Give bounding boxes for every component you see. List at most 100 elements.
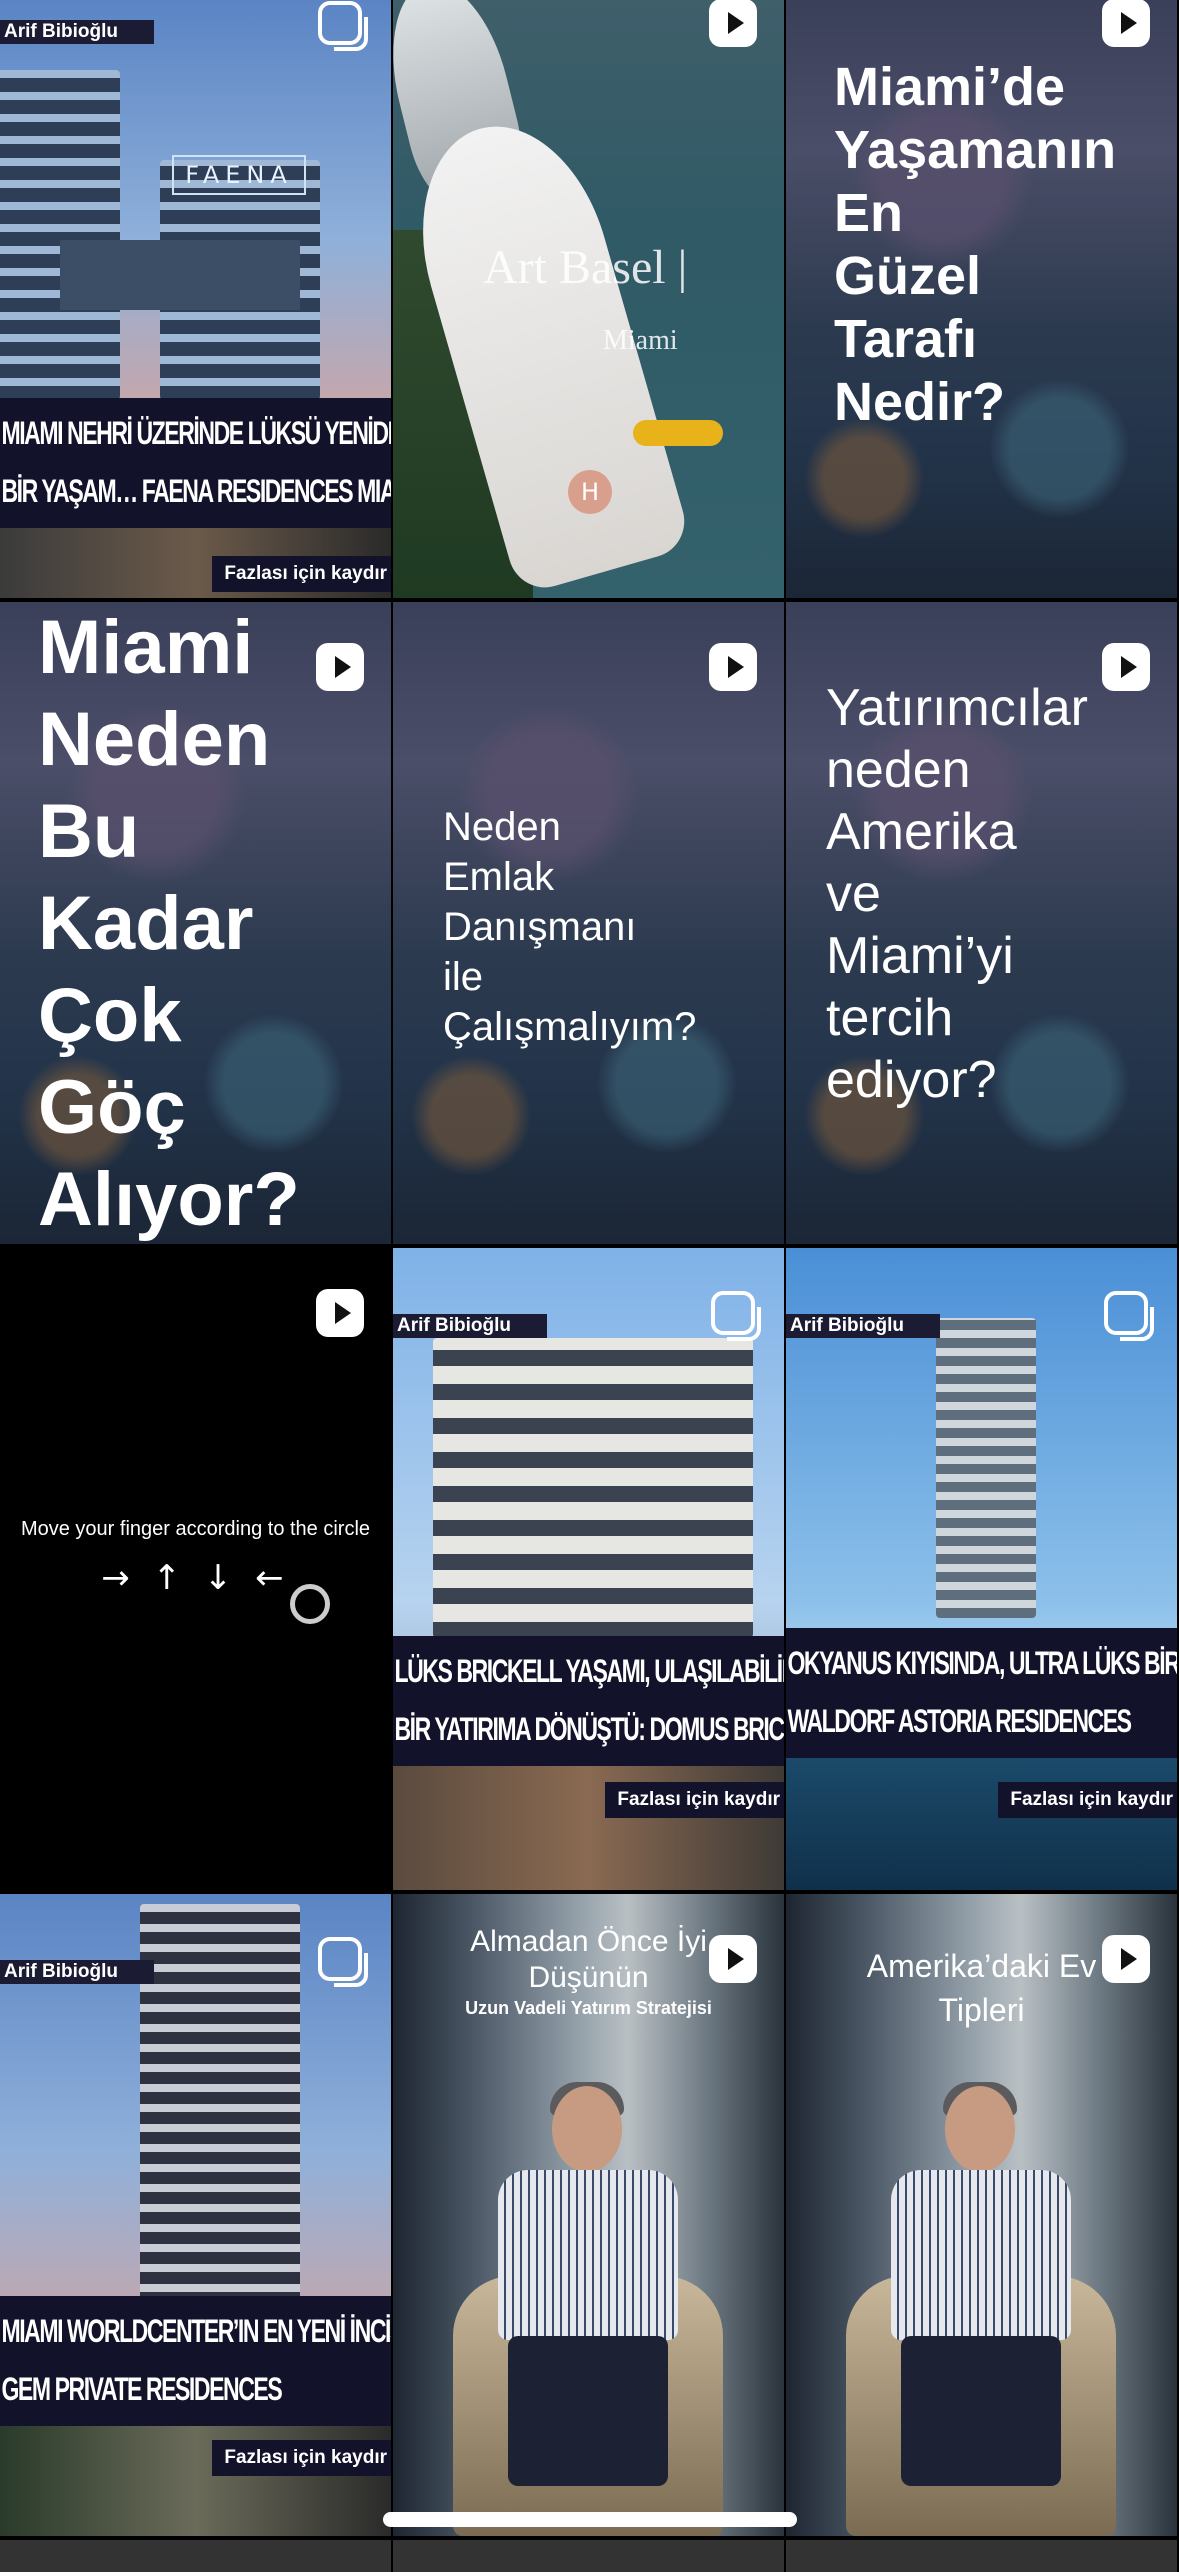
title-line: ediyor? — [826, 1051, 997, 1109]
title-line: Kadar — [38, 881, 254, 966]
banner-line: MIAMI WORLDCENTER’IN EN YENİ İNCİSİ: — [0, 2302, 391, 2360]
post-tile-faena[interactable]: FAENA Arif Bibioğlu MIAMI NEHRİ ÜZERİNDE… — [0, 0, 391, 598]
title-line: Yaşamanın — [834, 120, 1117, 180]
title-line: Tarafı — [834, 309, 978, 369]
title-line: Danışmanı — [443, 905, 637, 949]
carousel-badge — [315, 1936, 368, 1987]
overlay-title: Art Basel | — [483, 241, 688, 294]
carousel-icon — [1104, 1291, 1154, 1341]
banner-line: BİR YATIRIMA DÖNÜŞTÜ: DOMUS BRICKELL PAR… — [393, 1700, 784, 1758]
title-banner: MIAMI NEHRİ ÜZERİNDE LÜKSÜ YENİDEN TANIM… — [0, 398, 391, 528]
arrow-sequence: → ↑ ↓ ← — [101, 1558, 290, 1598]
tower-image — [140, 1904, 300, 2304]
carousel-icon — [318, 1937, 368, 1987]
post-tile-waldorf[interactable]: Arif Bibioğlu OKYANUS KIYISINDA, ULTRA L… — [786, 1248, 1177, 1890]
reel-badge — [315, 1289, 365, 1337]
name-tag: Arif Bibioğlu — [0, 1960, 154, 1984]
helicopter-image — [633, 420, 723, 446]
title-line: Alıyor? — [38, 1157, 300, 1242]
carousel-badge — [708, 1290, 761, 1341]
play-icon — [316, 643, 364, 691]
title-text: Yatırımcılar neden Amerika ve Miami’yi t… — [826, 677, 1088, 1111]
next-row-tile[interactable] — [393, 2540, 784, 2572]
title-line: Neden — [38, 697, 271, 782]
presenter-image — [881, 2082, 1081, 2506]
name-tag: Arif Bibioğlu — [786, 1314, 940, 1338]
post-tile-think-before-buying[interactable]: Almadan Önce İyi Düşünün Uzun Vadeli Yat… — [393, 1894, 784, 2536]
video-title-line: Tipleri — [938, 1992, 1025, 2028]
post-tile-domus[interactable]: Arif Bibioğlu LÜKS BRICKELL YAŞAMI, ULAŞ… — [393, 1248, 784, 1890]
banner-line: BİR YAŞAM… FAENA RESIDENCES MIAMI — [0, 462, 391, 520]
building-image — [0, 70, 120, 400]
title-line: Emlak — [443, 855, 555, 899]
name-tag: Arif Bibioğlu — [393, 1314, 547, 1338]
video-subtitle: Uzun Vadeli Yatırım Stratejisi — [465, 1998, 712, 2018]
title-line: neden — [826, 741, 971, 799]
reel-badge — [1101, 1935, 1151, 1983]
title-line: ve — [826, 865, 881, 923]
post-tile-art-basel[interactable]: H Art Basel | Miami — [393, 0, 784, 598]
title-line: Güzel — [834, 246, 982, 306]
building-image — [433, 1338, 753, 1638]
play-icon — [316, 1289, 364, 1337]
title-line: Amerika — [826, 803, 1017, 861]
post-tile-migration[interactable]: Miami Neden Bu Kadar Çok Göç Alıyor? — [0, 602, 391, 1244]
title-line: Neden — [443, 805, 561, 849]
title-line: ile — [443, 955, 484, 999]
swipe-hint: Fazlası için kaydır — [605, 1782, 784, 1818]
carousel-badge — [315, 0, 368, 51]
swipe-hint: Fazlası için kaydır — [212, 556, 391, 592]
banner-line: WALDORF ASTORIA RESIDENCES — [786, 1692, 1177, 1750]
instruction-text: Move your finger according to the circle — [20, 1518, 371, 1540]
title-banner: OKYANUS KIYISINDA, ULTRA LÜKS BİR YAŞAM … — [786, 1628, 1177, 1758]
post-tile-gem[interactable]: Arif Bibioğlu MIAMI WORLDCENTER’IN EN YE… — [0, 1894, 391, 2536]
faena-sign: FAENA — [172, 155, 306, 195]
title-line: Nedir? — [834, 372, 1006, 432]
post-tile-gesture[interactable]: Move your finger according to the circle… — [0, 1248, 391, 1890]
reel-badge — [708, 643, 758, 691]
title-line: En — [834, 183, 904, 243]
carousel-badge — [1101, 1290, 1154, 1341]
reel-badge — [708, 1935, 758, 1983]
play-icon — [1102, 1935, 1150, 1983]
play-icon — [1102, 0, 1150, 47]
banner-line: GEM PRIVATE RESIDENCES — [0, 2360, 391, 2418]
title-text: Neden Emlak Danışmanı ile Çalışmalıyım? — [443, 802, 696, 1052]
title-line: tercih — [826, 989, 954, 1047]
reel-badge — [1101, 0, 1151, 47]
title-banner: MIAMI WORLDCENTER’IN EN YENİ İNCİSİ: GEM… — [0, 2296, 391, 2426]
play-icon — [709, 1935, 757, 1983]
helipad-mark: H — [568, 470, 612, 514]
title-line: Miami — [38, 605, 254, 690]
circle-target-icon[interactable] — [290, 1584, 330, 1624]
tower-image — [936, 1318, 1036, 1618]
banner-line: LÜKS BRICKELL YAŞAMI, ULAŞILABİLİR — [393, 1642, 784, 1700]
presenter-image — [488, 2082, 688, 2506]
next-row-tile[interactable] — [786, 2540, 1177, 2572]
banner-line: OKYANUS KIYISINDA, ULTRA LÜKS BİR YAŞAM — [786, 1634, 1177, 1692]
post-tile-miami-living[interactable]: Miami’de Yaşamanın En Güzel Tarafı Nedir… — [786, 0, 1177, 598]
post-tile-house-types[interactable]: Amerika’daki Ev Tipleri — [786, 1894, 1177, 2536]
title-text: Miami’de Yaşamanın En Güzel Tarafı Nedir… — [834, 56, 1116, 434]
play-icon — [709, 0, 757, 47]
home-indicator[interactable] — [383, 2512, 797, 2527]
reel-badge — [1101, 643, 1151, 691]
play-icon — [709, 643, 757, 691]
reel-badge — [708, 0, 758, 47]
title-text: Miami Neden Bu Kadar Çok Göç Alıyor? — [38, 602, 300, 1244]
play-icon — [1102, 643, 1150, 691]
swipe-hint: Fazlası için kaydır — [212, 2440, 391, 2476]
title-line: Bu — [38, 789, 140, 874]
post-tile-agent[interactable]: Neden Emlak Danışmanı ile Çalışmalıyım? — [393, 602, 784, 1244]
ocean-image — [786, 1758, 1177, 1890]
overlay-subtitle: Miami — [603, 325, 678, 356]
title-line: Miami’de — [834, 57, 1066, 117]
post-tile-investors[interactable]: Yatırımcılar neden Amerika ve Miami’yi t… — [786, 602, 1177, 1244]
swipe-hint: Fazlası için kaydır — [998, 1782, 1177, 1818]
next-row-tile[interactable] — [0, 2540, 391, 2572]
carousel-icon — [711, 1291, 761, 1341]
carousel-icon — [318, 1, 368, 51]
title-line: Miami’yi — [826, 927, 1014, 985]
reel-badge — [315, 643, 365, 691]
title-line: Çok — [38, 973, 182, 1058]
